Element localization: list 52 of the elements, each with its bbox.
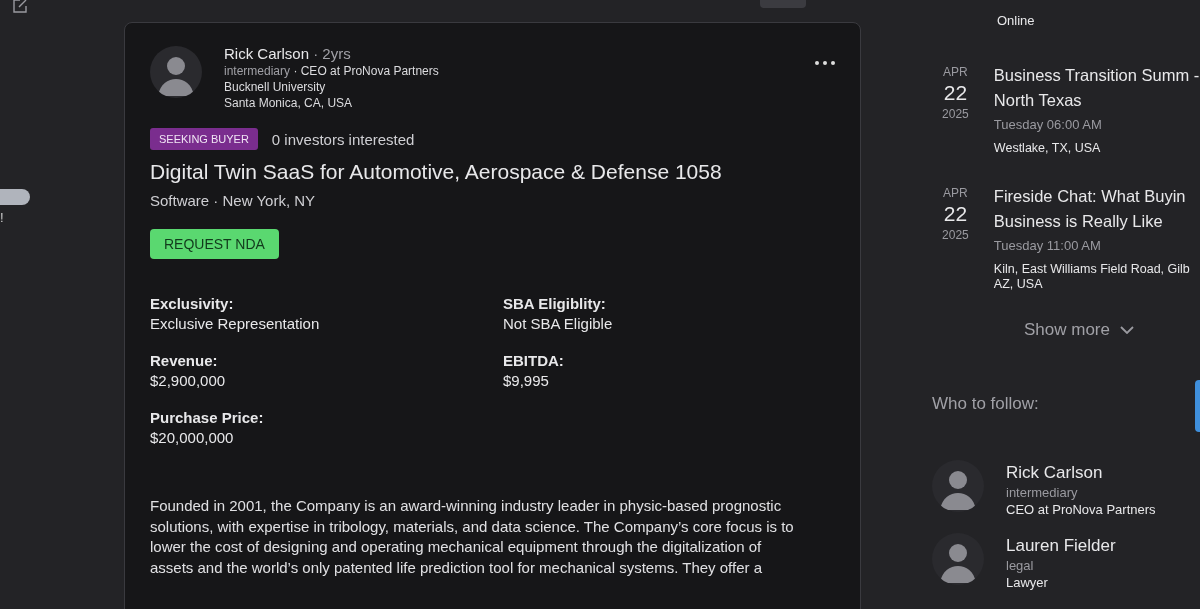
avatar-placeholder[interactable] <box>932 460 984 512</box>
status-badge: SEEKING BUYER <box>150 128 258 150</box>
person-title: CEO at ProNova Partners <box>1006 502 1156 517</box>
field-label: EBITDA: <box>503 352 565 369</box>
author-role: intermediary <box>224 64 291 78</box>
notice-text: ! <box>0 210 4 225</box>
person-name[interactable]: Lauren Fielder <box>1006 536 1116 556</box>
field-label: Purchase Price: <box>150 409 265 426</box>
event-time: Tuesday 06:00 AM <box>993 117 1103 132</box>
edit-icon[interactable] <box>12 0 28 14</box>
event-location: Kiln, East Williams Field Road, Gilb AZ, USA <box>993 262 1190 292</box>
event-location: Westlake, TX, USA <box>993 141 1102 156</box>
avatar-placeholder <box>150 46 202 98</box>
chevron-down-icon <box>1120 326 1134 334</box>
description-text: Founded in 2001, the Company is an award-winning industry leader in physic-based prognostic solutions, with expertise in tribology, materials, and data science. The Company’s core focus is to lower the cost of designing and operating mechanical equipment through the digitalization of assets and the world’s only patented life prediction tool for mechanical systems. They offer a <box>150 496 795 578</box>
request-nda-button[interactable]: REQUEST NDA <box>150 229 279 259</box>
field-label: Exclusivity: <box>150 295 235 312</box>
field-label: SBA Eligiblity: <box>503 295 607 312</box>
event-title[interactable]: Fireside Chat: What Buyin Business is Really Like <box>993 184 1200 234</box>
avatar-placeholder[interactable] <box>932 533 984 585</box>
person-title: Lawyer <box>1006 575 1049 590</box>
author-name[interactable]: Rick Carlson <box>224 45 310 62</box>
more-icon[interactable] <box>815 61 835 65</box>
event-month: APR <box>943 65 968 79</box>
post-age: · 2yrs <box>313 45 351 62</box>
show-more-button[interactable]: Show more <box>1024 320 1134 340</box>
section-heading: Who to follow: <box>932 394 1040 414</box>
field-value: $9,995 <box>503 372 550 389</box>
event-month: APR <box>943 186 968 200</box>
event-day: 22 <box>943 202 968 226</box>
listing-title: Digital Twin SaaS for Automotive, Aerospace & Defense 1058 <box>150 160 723 184</box>
listing-subtitle: Software · New York, NY <box>150 192 317 209</box>
field-label: Revenue: <box>150 352 219 369</box>
field-value: $20,000,000 <box>150 429 235 446</box>
person-role: intermediary <box>1006 485 1079 500</box>
event-year: 2025 <box>942 107 969 121</box>
event-year: 2025 <box>942 228 969 242</box>
event-location: Online <box>996 13 1036 28</box>
event-day: 22 <box>943 81 968 105</box>
investor-count: 0 investors interested <box>271 130 415 148</box>
pill-button[interactable] <box>0 189 30 205</box>
author-title: · CEO at ProNova Partners <box>293 64 439 78</box>
field-value: Not SBA Eligible <box>503 315 614 332</box>
author-location: Santa Monica, CA, USA <box>224 96 354 110</box>
field-value: $2,900,000 <box>150 372 227 389</box>
field-value: Exclusive Representation <box>150 315 321 332</box>
person-role: legal <box>1006 558 1035 573</box>
side-tab[interactable] <box>1195 380 1200 432</box>
event-time: Tuesday 11:00 AM <box>993 238 1102 253</box>
person-name[interactable]: Rick Carlson <box>1006 463 1156 483</box>
author-school: Bucknell University <box>224 80 327 94</box>
event-title[interactable]: Business Transition Summ - North Texas <box>993 63 1200 113</box>
